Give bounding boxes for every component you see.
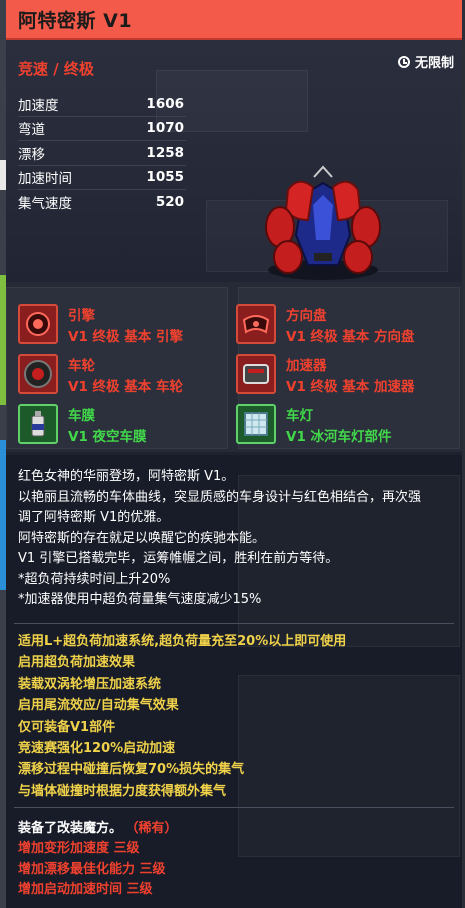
- description-line: V1 引擎已搭载完毕，运筹帷幄之间，胜利在前方等待。: [18, 551, 339, 566]
- feature-item: 与墙体碰撞时根据力度获得额外集气: [18, 783, 227, 799]
- stat-label: 弯道: [18, 122, 45, 139]
- stat-label: 加速度: [18, 97, 59, 114]
- part-name: 加速器: [286, 358, 327, 374]
- time-limit: 无限制: [397, 52, 454, 71]
- clock-icon: [397, 55, 410, 68]
- part-wheel[interactable]: 车轮 V1 终极 基本 车轮: [18, 354, 218, 398]
- stat-value: 1258: [146, 144, 184, 161]
- description-section: 红色女神的华丽登场，阿特密斯 V1。 以艳丽且流畅的车体曲线，突显质感的车身设计…: [6, 455, 462, 908]
- feature-item: 启用超负荷加速效果: [18, 655, 136, 671]
- feature-item: 适用L+超负荷加速系统,超负荷量充至20%以上即可使用: [18, 634, 347, 649]
- part-headlight[interactable]: 车灯 V1 冰河车灯部件: [236, 404, 436, 448]
- part-desc: V1 终极 基本 车轮: [68, 379, 183, 395]
- feature-list: 适用L+超负荷加速系统,超负荷量充至20%以上即可使用 启用超负荷加速效果 装载…: [18, 631, 346, 802]
- modification-title: 装备了改装魔方。 （稀有）: [18, 817, 178, 836]
- feature-item: 启用尾流效应/自动集气效果: [18, 698, 179, 714]
- description-line: *超负荷持续时间上升20%: [18, 571, 171, 587]
- card-title-bar: 阿特密斯 V1: [6, 0, 462, 40]
- kart-image: [265, 165, 381, 280]
- description-line: 调了阿特密斯 V1的优雅。: [18, 510, 170, 525]
- modification-label: 装备了改装魔方。: [18, 821, 123, 836]
- description-line: 红色女神的华丽登场，阿特密斯 V1。: [18, 469, 235, 484]
- part-desc: V1 终极 基本 引擎: [68, 329, 183, 345]
- part-name: 车轮: [68, 358, 95, 374]
- time-limit-label: 无限制: [414, 56, 454, 71]
- stat-value: 1606: [146, 95, 184, 112]
- wheel-icon: [18, 354, 58, 394]
- part-paint[interactable]: 车膜 V1 夜空车膜: [18, 404, 218, 448]
- description-line: 阿特密斯的存在就足以唤醒它的疾驰本能。: [18, 530, 266, 546]
- stat-row: 加速时间 1055: [18, 166, 186, 190]
- part-name: 车膜: [68, 408, 95, 424]
- stat-label: 加速时间: [18, 171, 72, 188]
- stat-row: 弯道 1070: [18, 117, 186, 141]
- stat-row: 漂移 1258: [18, 141, 186, 166]
- stat-row: 加速度 1606: [18, 92, 186, 117]
- part-desc: V1 冰河车灯部件: [286, 429, 392, 445]
- modification-item: 增加变形加速度 三级: [18, 841, 140, 856]
- feature-item: 漂移过程中碰撞后恢复70%损失的集气: [18, 762, 245, 778]
- kart-detail-card: 阿特密斯 V1 竞速 / 终极 无限制 加速度 1606 弯道 1070 漂移 …: [6, 0, 462, 908]
- part-booster[interactable]: 加速器 V1 终极 基本 加速器: [236, 354, 436, 398]
- stat-label: 漂移: [18, 146, 45, 163]
- description-line: 以艳丽且流畅的车体曲线，突显质感的车身设计与红色相结合，再次强: [18, 489, 422, 505]
- stat-value: 520: [155, 193, 184, 210]
- kart-grade: 竞速 / 终极: [18, 60, 94, 78]
- engine-icon: [18, 304, 58, 344]
- stat-label: 集气速度: [18, 195, 72, 212]
- modification-item: 增加漂移最佳化能力 三级: [18, 861, 166, 877]
- stat-row: 集气速度 520: [18, 190, 186, 214]
- modification-item: 增加启动加速时间 三级: [18, 882, 153, 897]
- rarity-badge: （稀有）: [132, 821, 178, 836]
- part-steering[interactable]: 方向盘 V1 终极 基本 方向盘: [236, 304, 436, 348]
- modification-list: 增加变形加速度 三级 增加漂移最佳化能力 三级 增加启动加速时间 三级: [18, 839, 166, 901]
- stats-table: 加速度 1606 弯道 1070 漂移 1258 加速时间 1055 集气速度 …: [18, 92, 186, 214]
- part-desc: V1 夜空车膜: [68, 429, 147, 445]
- stat-value: 1070: [146, 120, 184, 137]
- booster-icon: [236, 354, 276, 394]
- feature-item: 装载双涡轮增压加速系统: [18, 676, 162, 692]
- part-desc: V1 终极 基本 方向盘: [286, 329, 415, 345]
- steering-wheel-icon: [236, 304, 276, 344]
- kart-name: 阿特密斯 V1: [18, 9, 133, 32]
- part-name: 车灯: [286, 408, 313, 424]
- part-name: 方向盘: [286, 308, 327, 324]
- divider: [14, 807, 454, 808]
- parts-grid: 引擎 V1 终极 基本 引擎 方向盘 V1 终极 基本 方向盘 车轮 V1 终极: [6, 282, 462, 452]
- feature-item: 竞速赛强化120%启动加速: [18, 741, 176, 757]
- kart-description: 红色女神的华丽登场，阿特密斯 V1。 以艳丽且流畅的车体曲线，突显质感的车身设计…: [18, 467, 456, 611]
- description-line: *加速器使用中超负荷量集气速度减少15%: [18, 592, 262, 607]
- divider: [14, 623, 454, 624]
- feature-item: 仅可装备V1部件: [18, 719, 116, 735]
- spray-can-icon: [18, 404, 58, 444]
- stat-value: 1055: [146, 169, 184, 186]
- kart-overview: 竞速 / 终极 无限制 加速度 1606 弯道 1070 漂移 1258 加速时…: [6, 40, 462, 282]
- headlight-icon: [236, 404, 276, 444]
- part-desc: V1 终极 基本 加速器: [286, 379, 415, 395]
- part-name: 引擎: [68, 308, 95, 324]
- part-engine[interactable]: 引擎 V1 终极 基本 引擎: [18, 304, 218, 348]
